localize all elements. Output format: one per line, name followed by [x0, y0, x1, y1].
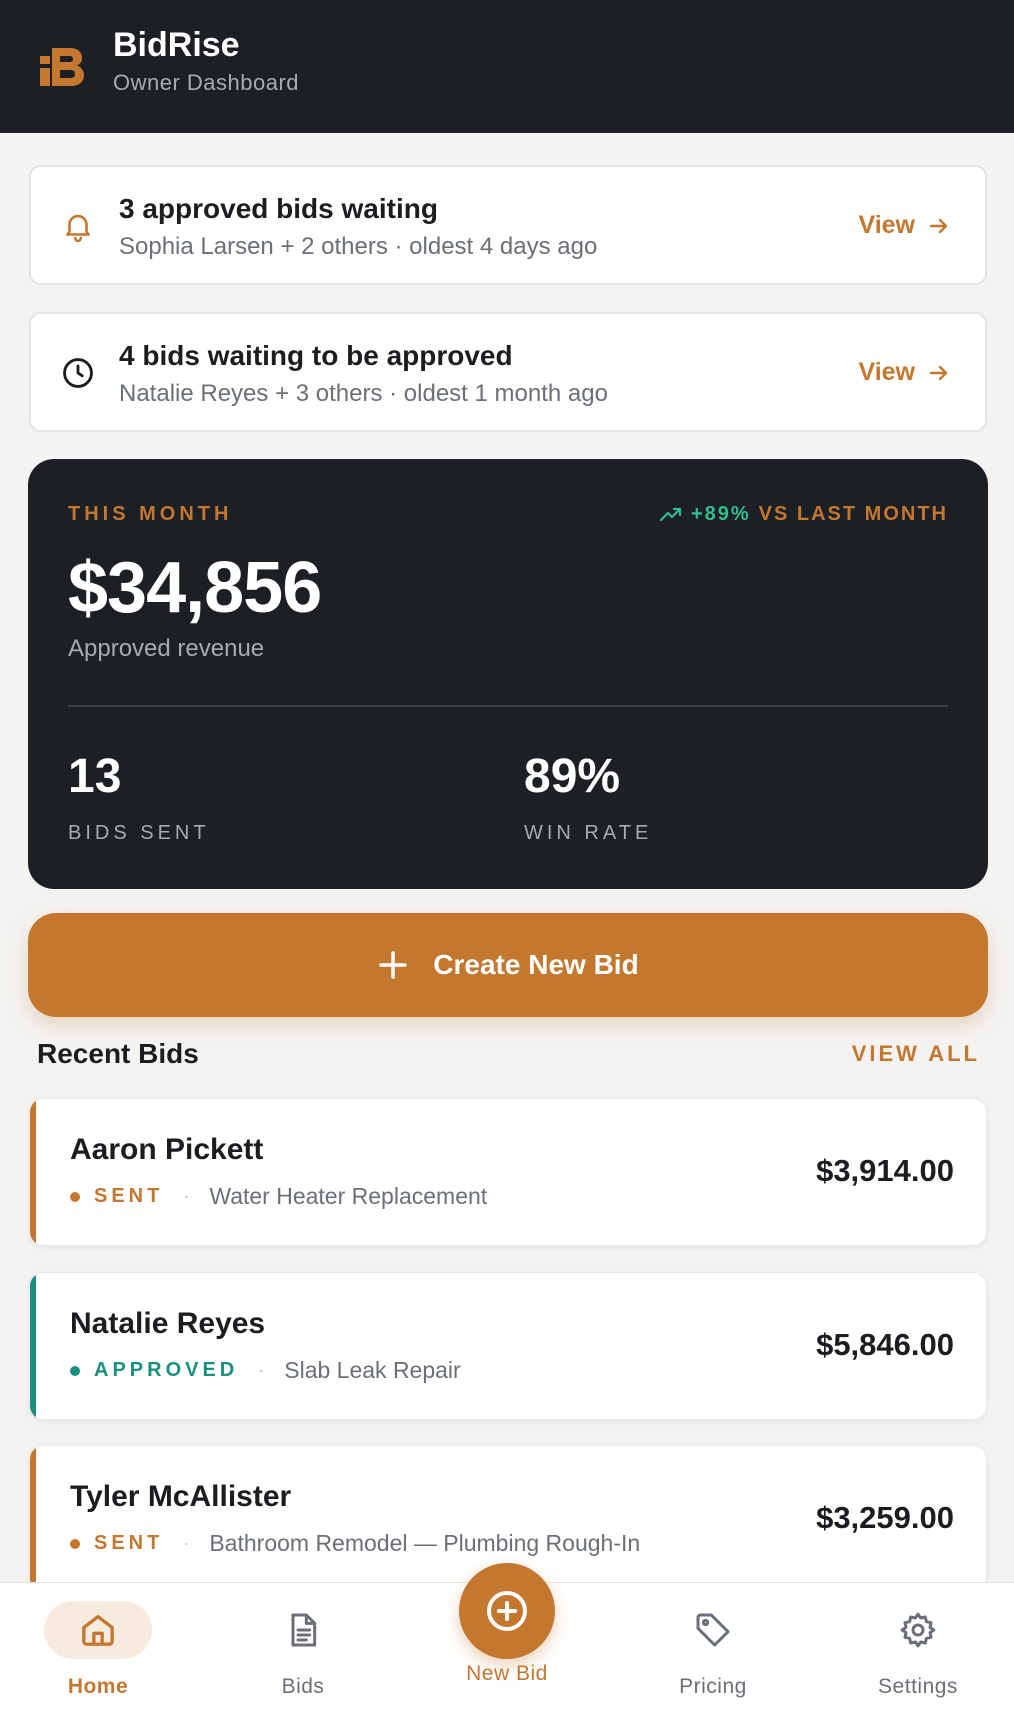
view-approved-bids-link[interactable]: View: [858, 211, 951, 240]
bid-service: Bathroom Remodel — Plumbing Rough-In: [209, 1530, 641, 1556]
bid-amount: $3,914.00: [816, 1153, 954, 1188]
bell-icon: [66, 214, 90, 243]
win-rate-value: 89%: [524, 750, 621, 803]
alert-description: Natalie Reyes + 3 others · oldest 1 mont…: [119, 380, 608, 407]
revenue-label: Approved revenue: [68, 635, 265, 662]
alert-title: 4 bids waiting to be approved: [119, 340, 513, 371]
view-link-label: View: [858, 358, 915, 386]
alert-description: Sophia Larsen + 2 others · oldest 4 days…: [119, 233, 598, 260]
bid-service: Water Heater Replacement: [209, 1183, 488, 1209]
status-dot: [70, 1365, 80, 1376]
separator-dot: ·: [183, 1186, 190, 1206]
approved-bids-alert[interactable]: 3 approved bids waiting Sophia Larsen + …: [29, 165, 987, 285]
bid-meta: APPROVED · Slab Leak Repair: [70, 1357, 461, 1384]
status-dot: [70, 1191, 80, 1202]
tab-icon-holder: [249, 1601, 357, 1659]
bid-customer-name: Tyler McAllister: [70, 1480, 292, 1513]
status-badge: SENT: [94, 1185, 164, 1207]
recent-bids-title: Recent Bids: [37, 1038, 199, 1069]
view-link-label: View: [858, 211, 915, 239]
status-badge: SENT: [94, 1532, 164, 1554]
bid-amount: $3,259.00: [816, 1500, 954, 1535]
plus-circle-icon: [487, 1591, 527, 1631]
bids-sent-value: 13: [68, 750, 122, 803]
create-new-bid-label: Create New Bid: [433, 949, 639, 980]
bidrise-logo-icon: [40, 48, 84, 86]
clock-icon: [63, 358, 93, 388]
trend-indicator: +89% VS LAST MONTH: [659, 503, 948, 526]
view-all-link[interactable]: VIEW ALL: [852, 1041, 980, 1067]
status-accent-bar: [30, 1099, 36, 1245]
bid-meta: SENT · Water Heater Replacement: [70, 1183, 487, 1210]
new-bid-fab[interactable]: [459, 1563, 555, 1659]
monthly-stats-card: THIS MONTH +89% VS LAST MONTH $34,856 Ap…: [28, 459, 988, 889]
tab-home-label: Home: [67, 1675, 129, 1698]
app-subtitle: Owner Dashboard: [113, 70, 300, 95]
tag-icon: [696, 1613, 730, 1647]
tab-icon-highlight: [44, 1601, 152, 1659]
plus-icon: [379, 951, 408, 979]
tab-pricing-label: Pricing: [679, 1675, 747, 1698]
app-header: BidRise Owner Dashboard: [0, 0, 1014, 133]
bid-customer-name: Aaron Pickett: [70, 1133, 264, 1166]
status-accent-bar: [30, 1273, 36, 1419]
bids-sent-label: BIDS SENT: [68, 822, 210, 844]
bid-card-natalie-reyes[interactable]: Natalie Reyes APPROVED · Slab Leak Repai…: [29, 1272, 987, 1420]
tab-icon-holder: [864, 1601, 972, 1659]
revenue-amount: $34,856: [68, 548, 322, 628]
trend-value: +89%: [690, 503, 751, 525]
bid-amount: $5,846.00: [816, 1327, 954, 1362]
tab-bids[interactable]: Bids: [233, 1583, 373, 1710]
separator-dot: ·: [183, 1533, 190, 1553]
arrow-right-icon: [929, 365, 948, 380]
bid-card-aaron-pickett[interactable]: Aaron Pickett SENT · Water Heater Replac…: [29, 1098, 987, 1246]
trending-up-icon: [659, 507, 682, 521]
stats-divider: [68, 705, 948, 707]
bid-meta: SENT · Bathroom Remodel — Plumbing Rough…: [70, 1530, 640, 1557]
tab-icon-holder: [659, 1601, 767, 1659]
bid-service: Slab Leak Repair: [284, 1357, 461, 1383]
bid-customer-name: Natalie Reyes: [70, 1307, 266, 1340]
pending-bids-alert[interactable]: 4 bids waiting to be approved Natalie Re…: [29, 312, 987, 432]
tab-home[interactable]: Home: [28, 1583, 168, 1710]
trend-text: VS LAST MONTH: [758, 503, 948, 525]
status-dot: [70, 1538, 80, 1549]
tab-new-bid-label: New Bid: [466, 1662, 548, 1685]
status-badge: APPROVED: [94, 1359, 239, 1381]
tab-bids-label: Bids: [281, 1675, 325, 1698]
gear-icon: [900, 1612, 936, 1648]
view-pending-bids-link[interactable]: View: [858, 358, 951, 387]
app-title: BidRise: [113, 26, 240, 64]
win-rate-label: WIN RATE: [524, 822, 653, 844]
tab-settings[interactable]: Settings: [848, 1583, 988, 1710]
arrow-right-icon: [929, 218, 948, 233]
home-icon: [82, 1615, 114, 1646]
tab-settings-label: Settings: [878, 1675, 958, 1698]
tab-pricing[interactable]: Pricing: [643, 1583, 783, 1710]
create-new-bid-button[interactable]: Create New Bid: [28, 913, 988, 1017]
separator-dot: ·: [258, 1360, 265, 1380]
period-label: THIS MONTH: [68, 503, 233, 525]
alert-title: 3 approved bids waiting: [119, 193, 438, 224]
status-accent-bar: [30, 1446, 36, 1592]
document-icon: [291, 1613, 317, 1647]
